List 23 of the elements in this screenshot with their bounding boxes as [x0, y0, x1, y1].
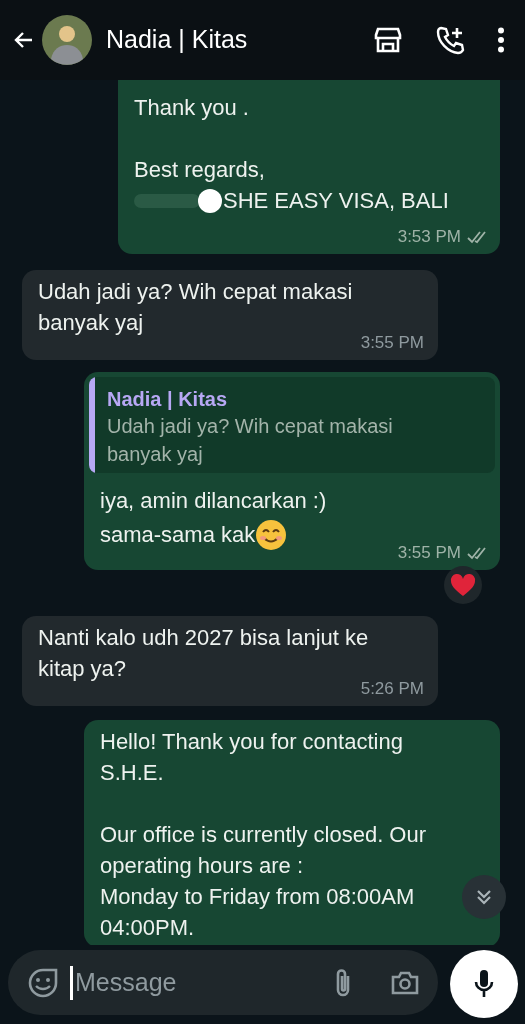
smiling-face-icon	[255, 519, 288, 551]
message-text: Udah jadi ya? Wih cepat makasi banyak yaj	[38, 278, 353, 337]
microphone-icon	[473, 969, 495, 999]
message-field[interactable]: Message	[70, 965, 310, 1000]
contact-name[interactable]: Nadia | Kitas	[106, 21, 248, 59]
quote-text: Udah jadi ya? Wih cepat makasi banyak yaj	[107, 414, 393, 467]
more-options-icon[interactable]	[497, 27, 505, 53]
message-time: 3:55 PM	[397, 542, 461, 565]
avatar[interactable]	[42, 15, 92, 65]
message-text: Our office is currently closed. Our operating hours are : Monday to Friday from 08:00AM 04:00PM.	[100, 821, 427, 942]
quote-author: Nadia | Kitas	[107, 387, 229, 412]
message-text: Hello! Thank you for contacting S.H.E.	[100, 728, 403, 787]
message-input-bar[interactable]: Message	[8, 950, 438, 1015]
message-text: Thank you .	[134, 94, 249, 122]
add-call-icon[interactable]	[435, 25, 465, 55]
sticker-icon[interactable]	[28, 967, 58, 998]
message-time: 3:53 PM	[397, 226, 461, 249]
message-text: Best regards, SHE EASY VISA, BALI	[134, 156, 449, 216]
message-time: 3:55 PM	[360, 332, 424, 355]
heart-icon	[450, 573, 476, 597]
message-text: iya, amin dilancarkan :) sama-sama kak	[100, 485, 327, 554]
double-chevron-down-icon	[475, 888, 493, 906]
storefront-icon[interactable]	[373, 26, 403, 54]
